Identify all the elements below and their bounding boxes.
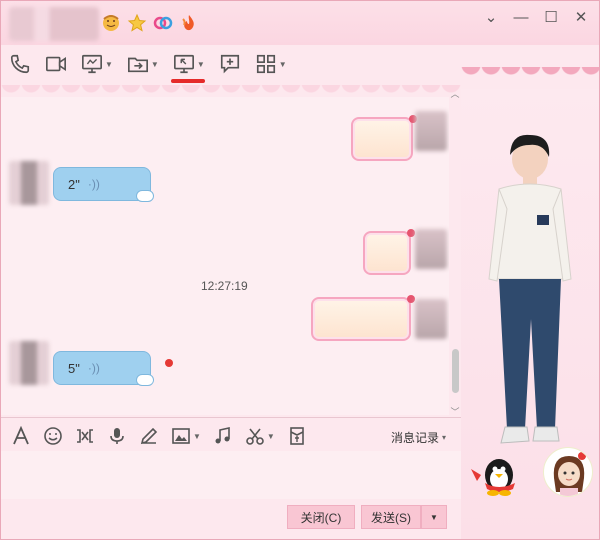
red-envelope-icon [290, 427, 304, 445]
video-icon [46, 56, 66, 72]
cloud-icon [136, 190, 154, 202]
contact-show-panel [461, 89, 599, 539]
close-button[interactable]: ✕ [571, 7, 591, 27]
phone-icon [10, 54, 30, 74]
message-history-button[interactable]: 消息记录 ▾ [391, 429, 446, 446]
face-emoji-icon[interactable] [101, 13, 121, 33]
chevron-down-icon: ▼ [266, 431, 275, 441]
music-button[interactable] [213, 425, 233, 447]
chevron-down-icon: ▼ [105, 59, 113, 69]
outgoing-message-bubble[interactable] [351, 115, 417, 161]
file-transfer-icon [127, 57, 148, 73]
my-avatar[interactable] [415, 111, 447, 151]
emoji-button[interactable] [43, 425, 63, 447]
active-indicator [170, 79, 205, 83]
screenshot-button[interactable]: ▼ [245, 425, 275, 447]
screen-share-button[interactable]: ▼ [81, 51, 113, 77]
send-button[interactable]: 发送(S) [361, 505, 421, 529]
scissors-icon [246, 428, 264, 445]
red-envelope-button[interactable] [287, 425, 307, 447]
voice-message-bubble[interactable]: 2" ·)) [53, 167, 154, 202]
message-input[interactable] [1, 451, 461, 499]
sound-wave-icon: ·)) [87, 177, 100, 191]
gif-icon [77, 429, 93, 443]
voice-message-button[interactable] [107, 425, 127, 447]
cloud-icon [136, 374, 154, 386]
title-badges [101, 13, 199, 33]
flame-icon[interactable] [179, 13, 199, 33]
input-toolbar: ▼ ▼ [11, 425, 307, 447]
avatar-figure-illustration [488, 134, 572, 444]
minimize-button[interactable]: — [511, 7, 531, 27]
image-button[interactable]: ▼ [171, 425, 201, 447]
scroll-down-arrow-icon[interactable]: ﹀ [449, 407, 461, 417]
file-transfer-button[interactable]: ▼ [127, 51, 159, 77]
title-bar: ⌄ — ☐ ✕ [1, 1, 599, 45]
settings-chevron-icon[interactable]: ⌄ [481, 7, 501, 27]
contact-avatar-blurred[interactable] [9, 7, 99, 41]
new-chat-icon [220, 54, 239, 74]
maximize-button[interactable]: ☐ [541, 7, 561, 27]
link-icon[interactable] [153, 13, 173, 33]
scroll-up-arrow-icon[interactable]: ︿ [449, 89, 461, 99]
scroll-thumb[interactable] [452, 349, 459, 393]
close-chat-button[interactable]: 关闭(C) [287, 505, 355, 529]
message-timestamp: 12:27:19 [201, 279, 248, 293]
penguin-mascot-icon[interactable] [469, 449, 521, 497]
chevron-down-icon: ▼ [150, 59, 159, 69]
image-icon [172, 428, 190, 444]
voice-duration: 2" [68, 176, 80, 192]
remote-desktop-button[interactable]: ▼ [170, 51, 205, 83]
remote-desktop-icon [173, 54, 194, 74]
sound-wave-icon: ·)) [87, 361, 100, 375]
gif-button[interactable] [75, 425, 95, 447]
voice-duration: 5" [68, 360, 80, 376]
pencil-icon [140, 427, 158, 445]
new-chat-button[interactable] [219, 51, 241, 77]
input-divider [1, 417, 461, 418]
message-list[interactable]: 2" ·)) 12:27:19 5" ·)) [1, 97, 449, 415]
cartoon-girl-avatar-icon [553, 452, 586, 496]
apps-grid-icon [256, 54, 275, 74]
chevron-down-icon: ▾ [442, 433, 447, 442]
doodle-button[interactable] [139, 425, 159, 447]
message-scrollbar[interactable]: ︿ ﹀ [449, 89, 461, 417]
chevron-down-icon: ▼ [193, 431, 201, 441]
contact-avatar[interactable] [9, 341, 49, 385]
contact-avatar[interactable] [9, 161, 49, 205]
my-avatar[interactable] [415, 299, 447, 339]
star-icon[interactable] [127, 13, 147, 33]
screen-share-icon [82, 54, 102, 74]
chat-toolbar: ▼ ▼ ▼ ▼ [9, 51, 287, 83]
unread-indicator [165, 359, 173, 367]
voice-message-bubble[interactable]: 5" ·)) [53, 351, 154, 386]
window-controls: ⌄ — ☐ ✕ [481, 7, 591, 27]
contact-profile-avatar[interactable] [543, 447, 593, 497]
decorative-border [1, 85, 461, 97]
smiley-icon [44, 427, 62, 445]
video-call-button[interactable] [45, 51, 67, 77]
decorative-border-right [461, 67, 599, 91]
font-button[interactable] [11, 425, 31, 447]
microphone-icon [110, 428, 124, 444]
outgoing-message-bubble[interactable] [311, 295, 415, 341]
chat-window: ⌄ — ☐ ✕ ▼ ▼ ▼ ▼ 2" ·)) 12:27:19 5" ·)) ︿… [0, 0, 600, 540]
chevron-down-icon: ▼ [196, 59, 205, 69]
voice-call-button[interactable] [9, 51, 31, 77]
chevron-down-icon: ▼ [278, 59, 287, 69]
font-icon [13, 426, 29, 445]
outgoing-message-bubble[interactable] [363, 229, 415, 275]
music-note-icon [215, 427, 230, 444]
apps-button[interactable]: ▼ [255, 51, 287, 77]
my-avatar[interactable] [415, 229, 447, 269]
message-history-label: 消息记录 [391, 431, 440, 445]
send-options-button[interactable]: ▼ [421, 505, 447, 529]
